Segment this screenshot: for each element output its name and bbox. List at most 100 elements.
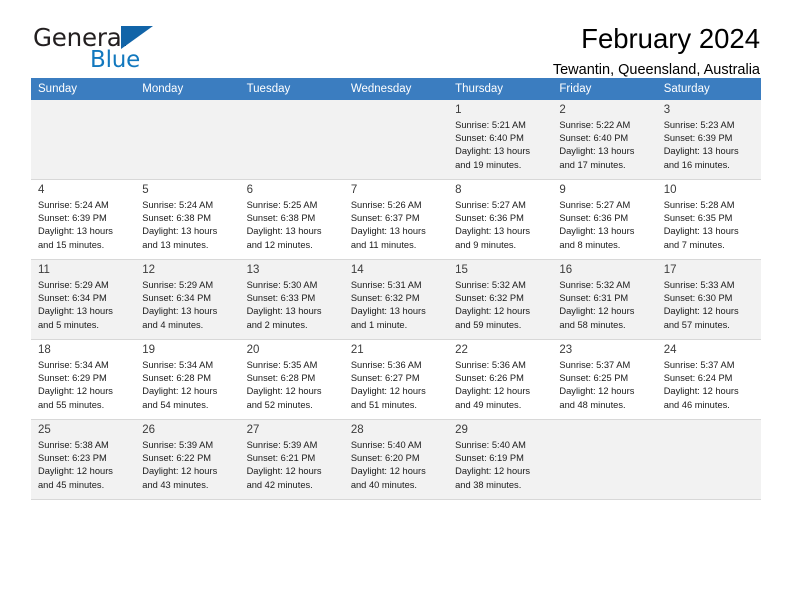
sunset-line: Sunset: 6:26 PM [455, 373, 524, 384]
daylight-line: Daylight: 12 hours [559, 306, 635, 317]
daylight-line-cont: and 2 minutes. [246, 319, 308, 330]
calendar-day-cell[interactable]: 14 Sunrise: 5:31 AM Sunset: 6:32 PM Dayligh… [343, 259, 449, 340]
blue-triangle-flag-icon [121, 26, 153, 49]
calendar-day-cell[interactable]: 23 Sunrise: 5:37 AM Sunset: 6:25 PM Dayligh… [552, 339, 657, 420]
daylight-line-cont: and 43 minutes. [142, 479, 209, 490]
day-number: 4 [38, 184, 45, 196]
day-number: 14 [350, 264, 364, 276]
brand-logo[interactable]: General Blue [33, 23, 243, 73]
day-details: Sunrise: 5:39 AM Sunset: 6:22 PM Daylight:… [142, 439, 234, 492]
calendar-week-row: 25 Sunrise: 5:38 AM Sunset: 6:23 PM Dayligh… [31, 419, 761, 500]
day-number [559, 423, 651, 437]
daylight-line: Daylight: 12 hours [663, 306, 739, 317]
daylight-line: Daylight: 13 hours [559, 146, 635, 157]
weekday-header-row: Sunday Monday Tuesday Wednesday Thursday… [31, 78, 761, 100]
calendar-day-cell[interactable]: 18 Sunrise: 5:34 AM Sunset: 6:29 PM Dayligh… [31, 339, 136, 420]
calendar-day-cell[interactable]: 12 Sunrise: 5:29 AM Sunset: 6:34 PM Dayligh… [135, 259, 240, 340]
daylight-line: Daylight: 13 hours [350, 226, 426, 237]
day-number: 3 [663, 104, 671, 116]
calendar-day-cell[interactable]: 1 Sunrise: 5:21 AM Sunset: 6:40 PM Daylight… [448, 100, 553, 180]
sunset-line: Sunset: 6:38 PM [142, 213, 212, 224]
calendar-week-row: 18 Sunrise: 5:34 AM Sunset: 6:29 PM Dayligh… [31, 339, 761, 420]
sunrise-line: Sunrise: 5:36 AM [350, 360, 422, 370]
calendar-day-cell[interactable]: 10 Sunrise: 5:28 AM Sunset: 6:35 PM Dayligh… [656, 179, 761, 260]
calendar-day-cell[interactable]: 19 Sunrise: 5:34 AM Sunset: 6:28 PM Dayligh… [135, 339, 240, 420]
calendar-empty-cell [656, 419, 761, 500]
day-number: 5 [142, 184, 149, 196]
calendar-day-cell[interactable]: 4 Sunrise: 5:24 AM Sunset: 6:39 PM Daylight… [31, 179, 136, 260]
calendar-day-cell[interactable]: 29 Sunrise: 5:40 AM Sunset: 6:19 PM Dayligh… [448, 419, 553, 500]
day-details: Sunrise: 5:21 AM Sunset: 6:40 PM Daylight:… [455, 119, 547, 172]
sunset-line: Sunset: 6:22 PM [142, 453, 212, 464]
day-number: 11 [38, 264, 50, 276]
sunset-line: Sunset: 6:40 PM [455, 133, 524, 144]
daylight-line-cont: and 13 minutes. [142, 239, 209, 250]
weekday-header-monday: Monday [135, 78, 240, 100]
sunset-line: Sunset: 6:19 PM [455, 453, 524, 464]
weekday-header-wednesday: Wednesday [343, 78, 449, 100]
calendar-day-cell[interactable]: 16 Sunrise: 5:32 AM Sunset: 6:31 PM Dayligh… [552, 259, 657, 340]
calendar-day-cell[interactable]: 24 Sunrise: 5:37 AM Sunset: 6:24 PM Dayligh… [656, 339, 761, 420]
day-number: 20 [246, 344, 260, 356]
daylight-line-cont: and 38 minutes. [455, 479, 522, 490]
calendar-day-cell[interactable]: 25 Sunrise: 5:38 AM Sunset: 6:23 PM Dayligh… [31, 419, 136, 500]
daylight-line: Daylight: 13 hours [663, 226, 739, 237]
day-number: 15 [455, 264, 468, 276]
calendar-day-cell[interactable]: 21 Sunrise: 5:36 AM Sunset: 6:27 PM Dayligh… [343, 339, 449, 420]
daylight-line: Daylight: 13 hours [559, 226, 635, 237]
sunrise-line: Sunrise: 5:37 AM [559, 360, 631, 370]
sunset-line: Sunset: 6:32 PM [455, 293, 524, 304]
daylight-line: Daylight: 12 hours [142, 466, 218, 477]
day-details: Sunrise: 5:35 AM Sunset: 6:28 PM Daylight:… [247, 359, 339, 412]
day-details: Sunrise: 5:29 AM Sunset: 6:34 PM Daylight:… [38, 279, 130, 332]
day-details: Sunrise: 5:22 AM Sunset: 6:40 PM Daylight:… [559, 119, 651, 172]
daylight-line: Daylight: 12 hours [38, 466, 113, 477]
day-number: 9 [559, 184, 566, 196]
daylight-line: Daylight: 13 hours [455, 146, 531, 157]
day-details: Sunrise: 5:27 AM Sunset: 6:36 PM Daylight:… [559, 199, 651, 252]
calendar-day-cell[interactable]: 28 Sunrise: 5:40 AM Sunset: 6:20 PM Dayligh… [343, 419, 449, 500]
calendar-day-cell[interactable]: 9 Sunrise: 5:27 AM Sunset: 6:36 PM Daylight… [552, 179, 657, 260]
daylight-line-cont: and 15 minutes. [38, 239, 105, 250]
daylight-line-cont: and 11 minutes. [350, 239, 417, 250]
daylight-line: Daylight: 12 hours [663, 386, 739, 397]
calendar-day-cell[interactable]: 5 Sunrise: 5:24 AM Sunset: 6:38 PM Daylight… [135, 179, 240, 260]
daylight-line: Daylight: 13 hours [663, 146, 739, 157]
sunset-line: Sunset: 6:35 PM [663, 213, 733, 224]
calendar-day-cell[interactable]: 7 Sunrise: 5:26 AM Sunset: 6:37 PM Daylight… [343, 179, 449, 260]
sunset-line: Sunset: 6:33 PM [246, 293, 316, 304]
calendar-day-cell[interactable]: 13 Sunrise: 5:30 AM Sunset: 6:33 PM Dayligh… [239, 259, 344, 340]
sunset-line: Sunset: 6:36 PM [559, 213, 629, 224]
calendar-empty-cell [343, 100, 449, 180]
daylight-line: Daylight: 13 hours [142, 306, 218, 317]
weekday-header-friday: Friday [552, 78, 657, 100]
calendar-day-cell[interactable]: 27 Sunrise: 5:39 AM Sunset: 6:21 PM Dayligh… [239, 419, 344, 500]
daylight-line-cont: and 48 minutes. [559, 399, 626, 410]
calendar-day-cell[interactable]: 15 Sunrise: 5:32 AM Sunset: 6:32 PM Dayligh… [448, 259, 553, 340]
calendar-day-cell[interactable]: 11 Sunrise: 5:29 AM Sunset: 6:34 PM Dayligh… [31, 259, 136, 340]
daylight-line-cont: and 19 minutes. [455, 159, 522, 170]
calendar-day-cell[interactable]: 17 Sunrise: 5:33 AM Sunset: 6:30 PM Dayligh… [656, 259, 761, 340]
calendar-day-cell[interactable]: 6 Sunrise: 5:25 AM Sunset: 6:38 PM Daylight… [239, 179, 344, 260]
daylight-line: Daylight: 12 hours [38, 386, 113, 397]
daylight-line-cont: and 46 minutes. [663, 399, 730, 410]
calendar-day-cell[interactable]: 2 Sunrise: 5:22 AM Sunset: 6:40 PM Daylight… [552, 100, 657, 180]
sunrise-line: Sunrise: 5:24 AM [38, 200, 109, 210]
day-number: 16 [559, 264, 573, 276]
calendar-day-cell[interactable]: 20 Sunrise: 5:35 AM Sunset: 6:28 PM Dayligh… [239, 339, 344, 420]
calendar-day-cell[interactable]: 26 Sunrise: 5:39 AM Sunset: 6:22 PM Dayligh… [135, 419, 240, 500]
daylight-line: Daylight: 13 hours [142, 226, 218, 237]
calendar-day-cell[interactable]: 22 Sunrise: 5:36 AM Sunset: 6:26 PM Dayligh… [448, 339, 553, 420]
day-number: 6 [246, 184, 253, 196]
daylight-line-cont: and 5 minutes. [38, 319, 99, 330]
day-number: 23 [559, 344, 573, 356]
calendar-day-cell[interactable]: 3 Sunrise: 5:23 AM Sunset: 6:39 PM Daylight… [656, 100, 761, 180]
daylight-line-cont: and 49 minutes. [455, 399, 522, 410]
daylight-line-cont: and 1 minute. [350, 319, 408, 330]
daylight-line-cont: and 59 minutes. [455, 319, 522, 330]
calendar-day-cell[interactable]: 8 Sunrise: 5:27 AM Sunset: 6:36 PM Daylight… [448, 179, 553, 260]
day-number: 25 [38, 424, 51, 436]
day-number: 28 [350, 424, 364, 436]
sunrise-line: Sunrise: 5:35 AM [246, 360, 318, 370]
daylight-line: Daylight: 13 hours [350, 306, 426, 317]
